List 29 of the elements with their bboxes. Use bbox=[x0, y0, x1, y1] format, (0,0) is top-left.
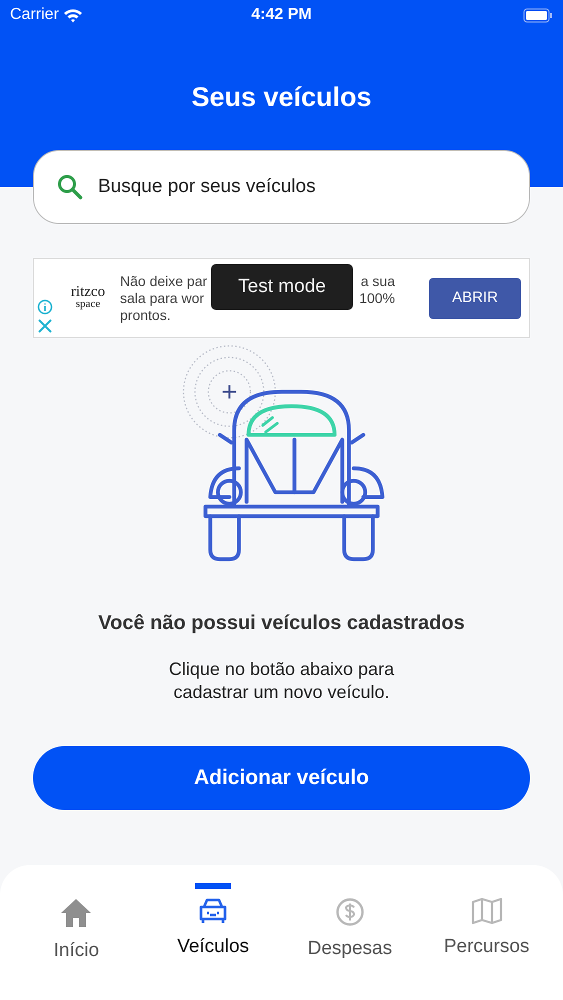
logo-text: space bbox=[76, 298, 100, 310]
dollar-icon bbox=[334, 897, 365, 927]
tab[interactable]: Percursos bbox=[418, 865, 555, 1000]
tab[interactable]: Início bbox=[8, 865, 145, 1000]
ad-text: sala para wor bbox=[120, 290, 204, 306]
carrier-label: Carrier bbox=[10, 5, 59, 25]
empty-state-message: Clique no botão abaixo para cadastrar um novo veículo. bbox=[168, 658, 396, 704]
search-field[interactable]: Busque por seus veículos bbox=[33, 150, 530, 224]
ad-text: prontos. bbox=[120, 306, 171, 324]
map-icon bbox=[470, 897, 503, 925]
test-mode-toast: Test mode bbox=[211, 264, 353, 310]
ad-text: a sua bbox=[360, 272, 395, 290]
open-button[interactable]: ABRIR bbox=[429, 278, 521, 318]
wifi-icon bbox=[62, 8, 83, 22]
car-icon bbox=[198, 897, 228, 925]
ad-text: Não deixe par bbox=[120, 272, 208, 290]
tab[interactable]: Despesas bbox=[282, 865, 418, 1000]
clock-label: 4:42 PM bbox=[251, 5, 312, 25]
empty-state-title: Você não possui veículos cadastrados bbox=[97, 611, 466, 636]
add-vehicle-button[interactable]: Adicionar veículo bbox=[33, 746, 530, 810]
screen-title: Seus veículos bbox=[190, 81, 373, 114]
info-icon[interactable] bbox=[37, 299, 53, 315]
logo-text: ritzco bbox=[70, 286, 106, 298]
tab[interactable]: Veículos bbox=[144, 865, 282, 1000]
ad-text: 100% bbox=[359, 290, 395, 306]
battery-icon bbox=[523, 8, 553, 22]
selected-tab-indicator bbox=[195, 883, 232, 889]
close-icon[interactable] bbox=[38, 319, 52, 333]
home-icon bbox=[59, 897, 94, 929]
